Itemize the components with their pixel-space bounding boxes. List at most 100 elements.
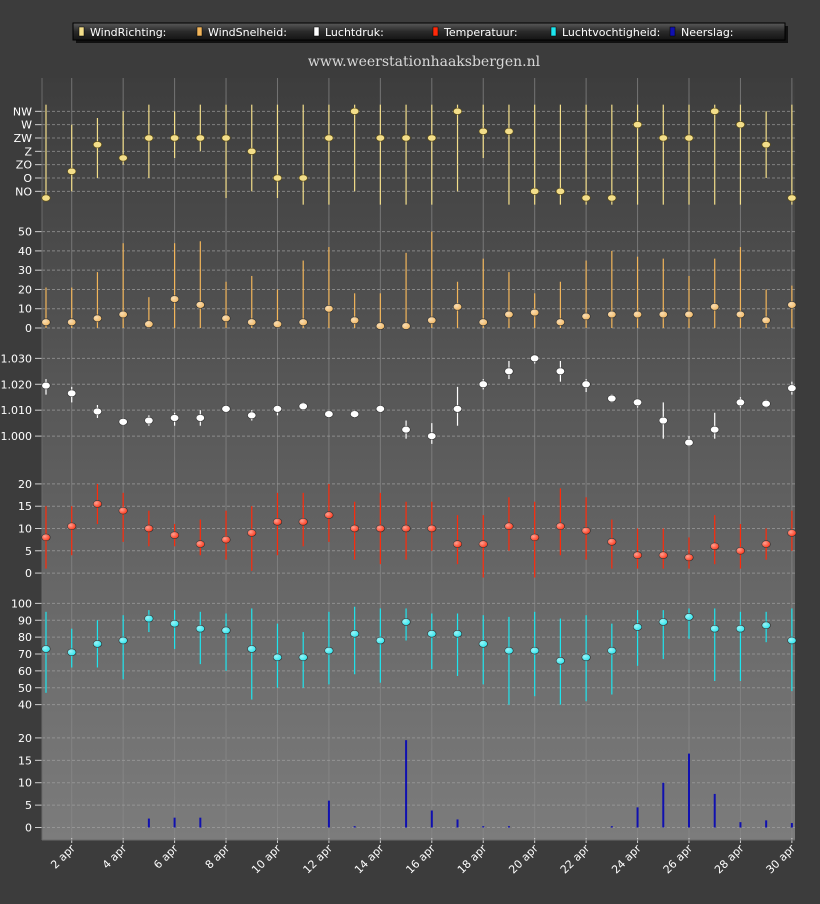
y-tick-label: 10 [18, 303, 32, 316]
data-point-shine [556, 318, 565, 326]
data-point-shine [556, 657, 565, 665]
data-point-shine [659, 311, 668, 318]
x-tick-label: 4 apr [100, 842, 130, 872]
data-point-shine [607, 538, 617, 546]
y-tick-label: 30 [18, 264, 32, 277]
data-point-shine [581, 380, 591, 388]
data-point-shine [93, 314, 102, 322]
x-tick-label: 16 apr [403, 842, 438, 877]
data-point-shine [299, 518, 308, 526]
data-point-shine [556, 367, 565, 375]
legend-label: Temperatuur: [443, 26, 518, 39]
data-point-shine [504, 311, 514, 318]
data-point-shine [787, 301, 797, 309]
data-point [247, 147, 257, 155]
data-point [633, 121, 643, 129]
data-point-shine [144, 525, 154, 532]
data-point-shine [504, 647, 514, 655]
data-point-shine [350, 316, 359, 324]
data-point-shine [350, 630, 359, 638]
data-point-shine [736, 547, 745, 555]
data-point-shine [247, 411, 256, 419]
plot-area [42, 78, 795, 840]
precip-bar [636, 807, 639, 828]
data-point-shine [761, 621, 771, 629]
data-point [735, 121, 745, 129]
precip-bar [173, 817, 176, 828]
data-point-shine [633, 399, 642, 406]
data-point-shine [350, 410, 359, 418]
data-point [658, 134, 668, 142]
data-point-shine [633, 623, 642, 631]
y-tick-label: 20 [18, 732, 32, 745]
y-tick-label: 15 [18, 500, 32, 513]
legend-label: Luchtvochtigheid: [562, 26, 660, 39]
data-point [195, 134, 205, 142]
precip-bar [662, 782, 665, 828]
data-point-shine [530, 647, 539, 655]
data-point-shine [67, 389, 76, 397]
data-point-shine [324, 410, 334, 418]
data-point-shine [273, 405, 282, 413]
data-point-shine [170, 531, 179, 539]
x-tick-label: 22 apr [558, 842, 593, 877]
data-point [761, 141, 771, 149]
y-tick-label: 40 [18, 245, 32, 258]
data-point-shine [350, 525, 359, 532]
data-point-shine [67, 318, 76, 326]
data-point-shine [324, 647, 334, 655]
data-point [504, 127, 514, 135]
data-point-shine [530, 534, 539, 541]
data-point-shine [67, 522, 76, 530]
data-point-shine [427, 525, 436, 532]
data-point-shine [376, 322, 385, 330]
precip-bar [353, 826, 356, 828]
data-point-shine [118, 507, 128, 515]
data-point-shine [530, 354, 539, 362]
data-point [401, 134, 411, 142]
y-tick-label: Z [24, 145, 32, 158]
weather-chart: 2 apr 4 apr 6 apr 8 apr 10 apr 12 apr 14 apr 16… [0, 0, 820, 900]
data-point-shine [787, 637, 797, 644]
precip-bar [739, 822, 742, 828]
data-point-shine [170, 620, 179, 628]
data-point-shine [401, 322, 411, 330]
precip-bar [405, 740, 408, 828]
y-tick-label: 100 [11, 597, 32, 610]
x-tick-label: 28 apr [712, 842, 747, 877]
data-point-shine [710, 303, 719, 311]
data-point-shine [299, 318, 308, 326]
y-tick-label: 0 [25, 322, 32, 335]
legend-label: Luchtdruk: [325, 26, 384, 39]
data-point-shine [453, 540, 462, 548]
y-tick-label: 40 [18, 699, 32, 712]
y-tick-label: 20 [18, 478, 32, 491]
data-point-shine [93, 408, 102, 415]
x-tick-label: 24 apr [609, 842, 644, 877]
y-tick-label: NO [15, 185, 32, 198]
data-point-shine [659, 417, 668, 424]
data-point [684, 134, 694, 142]
legend-swatch [78, 26, 85, 37]
data-point-shine [710, 426, 719, 434]
data-point-shine [736, 399, 745, 406]
data-point-shine [196, 414, 205, 422]
data-point [221, 134, 231, 142]
data-point-shine [453, 405, 462, 413]
legend-label: Neerslag: [681, 26, 734, 39]
data-point-shine [376, 405, 385, 413]
precip-bar [327, 800, 330, 828]
data-point [41, 194, 51, 202]
data-point [581, 194, 591, 202]
precip-bar [610, 826, 613, 828]
data-point-shine [479, 540, 488, 548]
data-point-shine [273, 518, 282, 526]
data-point-shine [607, 395, 617, 402]
data-point-shine [376, 637, 385, 644]
data-point-shine [401, 525, 411, 532]
data-point-shine [170, 295, 179, 303]
y-tick-label: 50 [18, 226, 32, 239]
legend-swatch [432, 26, 439, 37]
legend-item-temperatuur: Temperatuur: [432, 26, 518, 39]
data-point-shine [427, 316, 436, 324]
